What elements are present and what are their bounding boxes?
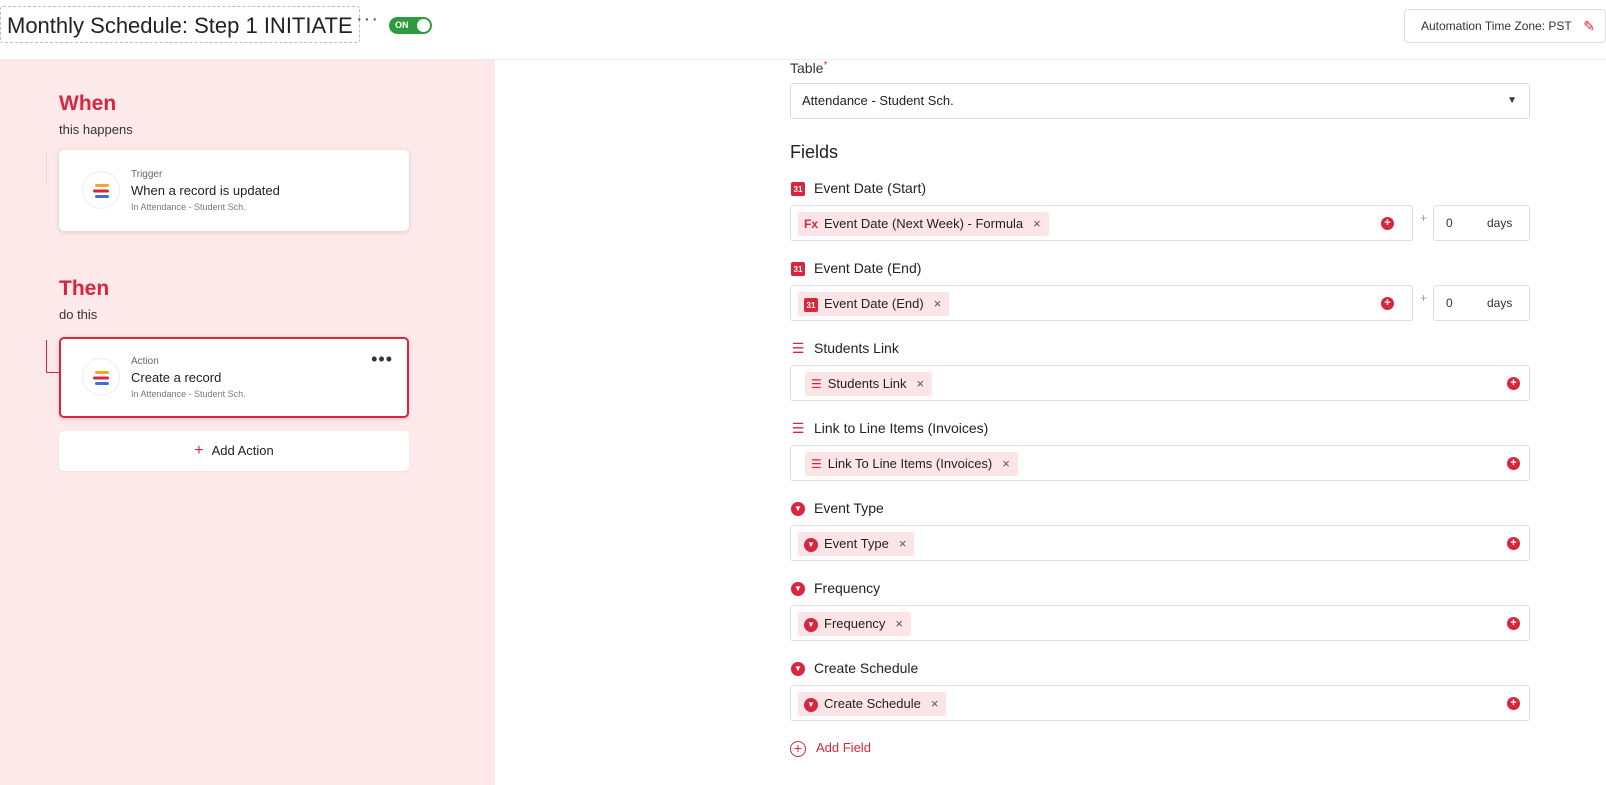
card-kind: Trigger xyxy=(131,169,163,180)
add-action-label: Add Action xyxy=(211,443,274,458)
timezone-label: Automation Time Zone: PST xyxy=(1421,19,1572,33)
timezone-button[interactable]: Automation Time Zone: PST ✎ xyxy=(1404,9,1606,43)
then-subtitle: do this xyxy=(59,307,98,322)
toggle-label: ON xyxy=(395,20,409,30)
top-bar: Monthly Schedule: Step 1 INITIATE ··· ON… xyxy=(0,0,1606,60)
field-chip: ☰ Students Link × xyxy=(805,372,933,396)
card-kind: Action xyxy=(131,356,159,367)
field-label: ☰ Link to Line Items (Invoices) xyxy=(791,420,989,436)
chevron-down-icon: ▼ xyxy=(1507,95,1517,106)
insert-icon[interactable]: + xyxy=(1507,537,1520,550)
insert-icon[interactable]: + xyxy=(1381,217,1394,230)
required-marker: * xyxy=(823,60,828,71)
field-label: ☰ Students Link xyxy=(791,340,899,356)
close-icon[interactable]: × xyxy=(917,376,925,391)
field-chip: ▼ Event Type × xyxy=(798,532,915,556)
flow-connector xyxy=(46,152,60,186)
field-chip: 31 Event Date (End) × xyxy=(798,292,950,316)
toggle-knob xyxy=(417,19,430,32)
field-value-box[interactable]: ▼ Event Type × + xyxy=(790,525,1530,561)
card-name: When a record is updated xyxy=(131,183,280,198)
field-value-box[interactable]: 31 Event Date (End) × + xyxy=(790,285,1413,321)
field-value-box[interactable]: ▼ Frequency × + xyxy=(790,605,1530,641)
days-offset-input[interactable]: 0 days xyxy=(1433,205,1530,241)
card-name: Create a record xyxy=(131,370,222,385)
close-icon[interactable]: × xyxy=(1033,216,1041,231)
insert-icon[interactable]: + xyxy=(1507,377,1520,390)
single-select-icon: ▼ xyxy=(804,697,818,712)
plus-separator: + xyxy=(1420,291,1428,305)
when-subtitle: this happens xyxy=(59,122,133,137)
link-list-icon: ☰ xyxy=(791,420,805,436)
more-horizontal-icon[interactable]: ··· xyxy=(356,8,379,31)
table-select-value: Attendance - Student Sch. xyxy=(802,93,954,108)
add-field-label: Add Field xyxy=(816,740,871,755)
field-chip: Fx Event Date (Next Week) - Formula × xyxy=(798,212,1049,236)
field-value-box[interactable]: ☰ Link To Line Items (Invoices) × + xyxy=(790,445,1530,481)
field-chip: ☰ Link To Line Items (Invoices) × xyxy=(805,452,1018,476)
field-label: 31 Event Date (Start) xyxy=(790,180,926,197)
then-title: Then xyxy=(59,277,110,300)
insert-icon[interactable]: + xyxy=(1381,297,1394,310)
insert-icon[interactable]: + xyxy=(1507,697,1520,710)
close-icon[interactable]: × xyxy=(899,536,907,551)
single-select-icon: ▼ xyxy=(804,537,818,552)
app-logo-icon xyxy=(82,358,120,396)
link-list-icon: ☰ xyxy=(811,457,822,471)
calendar-icon: 31 xyxy=(791,262,805,277)
automation-toggle[interactable]: ON xyxy=(389,17,432,34)
link-list-icon: ☰ xyxy=(811,377,822,391)
automation-title[interactable]: Monthly Schedule: Step 1 INITIATE xyxy=(0,6,360,43)
calendar-icon: 31 xyxy=(791,182,805,197)
field-label: 31 Event Date (End) xyxy=(790,260,921,277)
more-horizontal-icon[interactable]: ••• xyxy=(371,349,393,370)
plus-icon: + xyxy=(194,442,204,459)
single-select-icon: ▼ xyxy=(791,582,805,597)
trigger-card[interactable]: Trigger When a record is updated In Atte… xyxy=(59,150,409,231)
card-subtitle: In Attendance - Student Sch. xyxy=(131,202,246,212)
fields-heading: Fields xyxy=(790,142,839,162)
close-icon[interactable]: × xyxy=(895,616,903,631)
pencil-icon: ✎ xyxy=(1583,18,1595,34)
when-title: When xyxy=(59,92,117,115)
close-icon[interactable]: × xyxy=(931,696,939,711)
field-value-box[interactable]: Fx Event Date (Next Week) - Formula × + xyxy=(790,205,1413,241)
field-chip: ▼ Frequency × xyxy=(798,612,912,636)
single-select-icon: ▼ xyxy=(804,617,818,632)
flow-panel: When this happens Trigger When a record … xyxy=(0,60,495,785)
insert-icon[interactable]: + xyxy=(1507,617,1520,630)
field-label: ▼ Create Schedule xyxy=(790,660,918,677)
field-label: ▼ Event Type xyxy=(790,500,884,517)
days-offset-input[interactable]: 0 days xyxy=(1433,285,1530,321)
formula-icon: Fx xyxy=(804,217,819,231)
card-subtitle: In Attendance - Student Sch. xyxy=(131,389,246,399)
calendar-icon: 31 xyxy=(804,297,818,312)
field-label: ▼ Frequency xyxy=(790,580,880,597)
field-value-box[interactable]: ▼ Create Schedule × + xyxy=(790,685,1530,721)
field-chip: ▼ Create Schedule × xyxy=(798,692,947,716)
table-select[interactable]: Attendance - Student Sch. ▼ xyxy=(790,83,1530,119)
link-list-icon: ☰ xyxy=(791,340,805,356)
plus-circle-icon: + xyxy=(790,740,806,757)
single-select-icon: ▼ xyxy=(791,502,805,517)
insert-icon[interactable]: + xyxy=(1507,457,1520,470)
single-select-icon: ▼ xyxy=(791,662,805,677)
app-logo-icon xyxy=(82,171,120,209)
add-action-button[interactable]: + Add Action xyxy=(59,431,409,471)
field-value-box[interactable]: ☰ Students Link × + xyxy=(790,365,1530,401)
flow-connector xyxy=(46,340,60,373)
close-icon[interactable]: × xyxy=(934,296,942,311)
close-icon[interactable]: × xyxy=(1002,456,1010,471)
plus-separator: + xyxy=(1420,211,1428,225)
table-label: Table* xyxy=(790,60,828,76)
add-field-button[interactable]: + Add Field xyxy=(790,740,871,757)
action-card[interactable]: Action Create a record In Attendance - S… xyxy=(59,337,409,418)
